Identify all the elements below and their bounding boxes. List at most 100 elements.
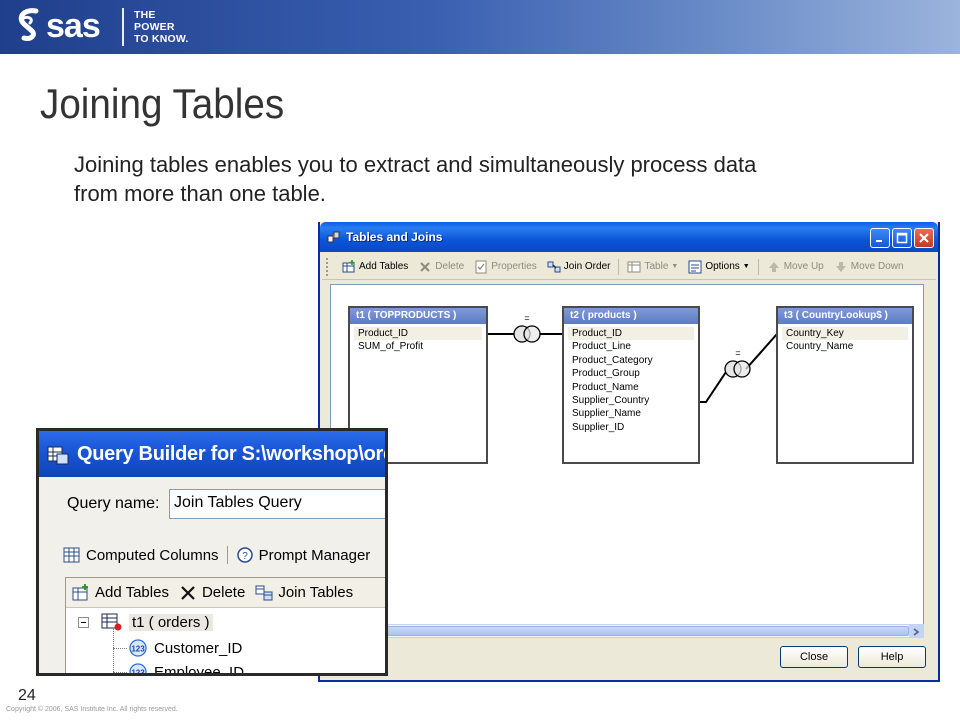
banner-divider (122, 8, 124, 46)
query-builder-window: Query Builder for S:\workshop\orde Query… (36, 428, 388, 676)
table-header[interactable]: t3 ( CountryLookup$ ) (778, 308, 912, 324)
table-column[interactable]: Supplier_ID (564, 421, 698, 434)
tables-joins-toolbar: Add Tables Delete Properties Join Order … (322, 254, 936, 280)
scroll-right-arrow[interactable] (909, 625, 923, 637)
add-tables-button[interactable]: Add Tables (340, 259, 410, 274)
tree-table-label: t1 ( orders ) (129, 613, 213, 631)
table-column[interactable]: Product_Group (564, 367, 698, 380)
maximize-icon (896, 232, 908, 244)
tables-and-joins-window: Tables and Joins Add Tables Delete Prope… (318, 222, 940, 682)
tree-item-employee-id[interactable]: 123 Employee_ID (128, 662, 245, 677)
qb-join-tables-button[interactable]: Join Tables (255, 584, 353, 602)
sas-s-logo-icon (18, 8, 39, 41)
table-button[interactable]: Table ▼ (625, 260, 680, 274)
toolbar-separator (618, 258, 620, 275)
delete-button[interactable]: Delete (416, 260, 466, 274)
tables-and-joins-titlebar[interactable]: Tables and Joins (320, 222, 938, 252)
sas-banner: sas THE POWER TO KNOW. (0, 0, 960, 54)
inner-join-icon (724, 360, 751, 378)
table-column[interactable]: Product_Name (564, 381, 698, 394)
prompt-manager-button[interactable]: ? Prompt Manager (236, 546, 371, 564)
svg-text:123: 123 (131, 669, 145, 677)
banner-tagline: THE POWER TO KNOW. (134, 9, 189, 45)
tree-connector (113, 626, 114, 672)
delete-label: Delete (435, 261, 465, 272)
table-column[interactable]: SUM_of_Profit (350, 340, 486, 353)
move-down-button[interactable]: Move Down (832, 260, 906, 274)
properties-icon (475, 260, 487, 273)
options-icon (688, 260, 702, 273)
tree-item-t1-orders[interactable]: t1 ( orders ) (78, 612, 213, 632)
slide-body-text: Joining tables enables you to extract an… (74, 152, 757, 206)
prompt-manager-icon: ? (236, 547, 253, 563)
join-order-label: Join Order (563, 261, 611, 272)
move-down-icon (835, 261, 846, 272)
close-icon (919, 233, 929, 243)
table-box-t3[interactable]: t3 ( CountryLookup$ ) Country_Key Countr… (776, 306, 914, 464)
table-icon (627, 261, 641, 272)
qb-add-tables-button[interactable]: Add Tables (72, 583, 169, 602)
sas-logo-text: sas (46, 7, 101, 45)
horizontal-scrollbar[interactable] (330, 624, 924, 638)
toolbar-grip[interactable] (326, 258, 330, 276)
toolbar-separator (226, 546, 228, 564)
join-line-t2-t3 (696, 368, 729, 403)
qb-join-tables-label: Join Tables (278, 584, 354, 601)
tables-joins-app-icon (327, 231, 340, 243)
join-tables-icon (255, 585, 273, 600)
toolbar-separator (757, 258, 759, 275)
table-header[interactable]: t2 ( products ) (564, 308, 698, 324)
query-builder-titlebar[interactable]: Query Builder for S:\workshop\orde (39, 431, 385, 477)
scrollbar-thumb[interactable] (331, 626, 909, 636)
query-name-label: Query name: (67, 495, 160, 512)
add-tables-label: Add Tables (359, 261, 409, 272)
table-column[interactable]: Supplier_Country (564, 394, 698, 407)
table-box-t2[interactable]: t2 ( products ) Product_ID Product_Line … (562, 306, 700, 464)
properties-label: Properties (491, 261, 537, 272)
prompt-manager-label: Prompt Manager (258, 546, 371, 564)
computed-columns-button[interactable]: Computed Columns (63, 546, 219, 564)
table-column[interactable]: Product_Category (564, 354, 698, 367)
minimize-button[interactable] (870, 228, 890, 248)
qb-delete-button[interactable]: Delete (179, 584, 245, 602)
tree-collapse-toggle[interactable] (78, 616, 89, 628)
table-column[interactable]: Supplier_Name (564, 407, 698, 420)
close-window-button[interactable] (914, 228, 934, 248)
inner-join-icon (513, 325, 541, 343)
tree-item-customer-id[interactable]: 123 Customer_ID (128, 638, 242, 658)
maximize-button[interactable] (892, 228, 912, 248)
join-diagram-canvas[interactable]: = = t1 ( TOPPRODUCTS ) Product_ID SUM_of… (330, 284, 924, 634)
properties-button[interactable]: Properties (472, 260, 539, 274)
table-column[interactable]: Product_ID (354, 327, 482, 341)
table-header[interactable]: t1 ( TOPPRODUCTS ) (350, 308, 486, 324)
qb-add-tables-label: Add Tables (95, 584, 169, 601)
help-button[interactable]: Help (858, 646, 926, 668)
sas-logo: sas (14, 4, 101, 48)
numeric-column-icon: 123 (129, 639, 147, 657)
tree-connector (113, 672, 127, 673)
table-column[interactable]: Country_Name (778, 340, 912, 353)
close-button[interactable]: Close (780, 646, 848, 668)
join-order-button[interactable]: Join Order (545, 260, 613, 274)
copyright-notice: Copyright © 2006, SAS Institute Inc. All… (6, 706, 178, 713)
table-column[interactable]: Product_Line (564, 340, 698, 353)
options-button[interactable]: Options ▼ (686, 260, 751, 274)
page-number: 24 (18, 687, 36, 704)
delete-icon (181, 585, 195, 600)
table-node-icon (101, 613, 122, 631)
query-name-input[interactable]: Join Tables Query (169, 489, 385, 519)
qb-delete-label: Delete (201, 584, 246, 601)
tree-connector (113, 648, 127, 649)
move-up-button[interactable]: Move Up (765, 260, 826, 274)
query-builder-toolbar: Computed Columns ? Prompt Manager (63, 543, 370, 567)
table-column[interactable]: Product_ID (568, 327, 694, 341)
table-column[interactable]: Country_Key (782, 327, 908, 341)
move-down-label: Move Down (850, 261, 904, 272)
table-label: Table (644, 261, 669, 272)
query-tables-toolbar: Add Tables Delete Join Tables (66, 578, 385, 608)
tree-column-label: Employee_ID (154, 663, 245, 676)
add-tables-icon (342, 259, 355, 272)
join-order-icon (547, 261, 561, 272)
delete-icon (420, 261, 431, 272)
svg-text:?: ? (242, 551, 248, 562)
